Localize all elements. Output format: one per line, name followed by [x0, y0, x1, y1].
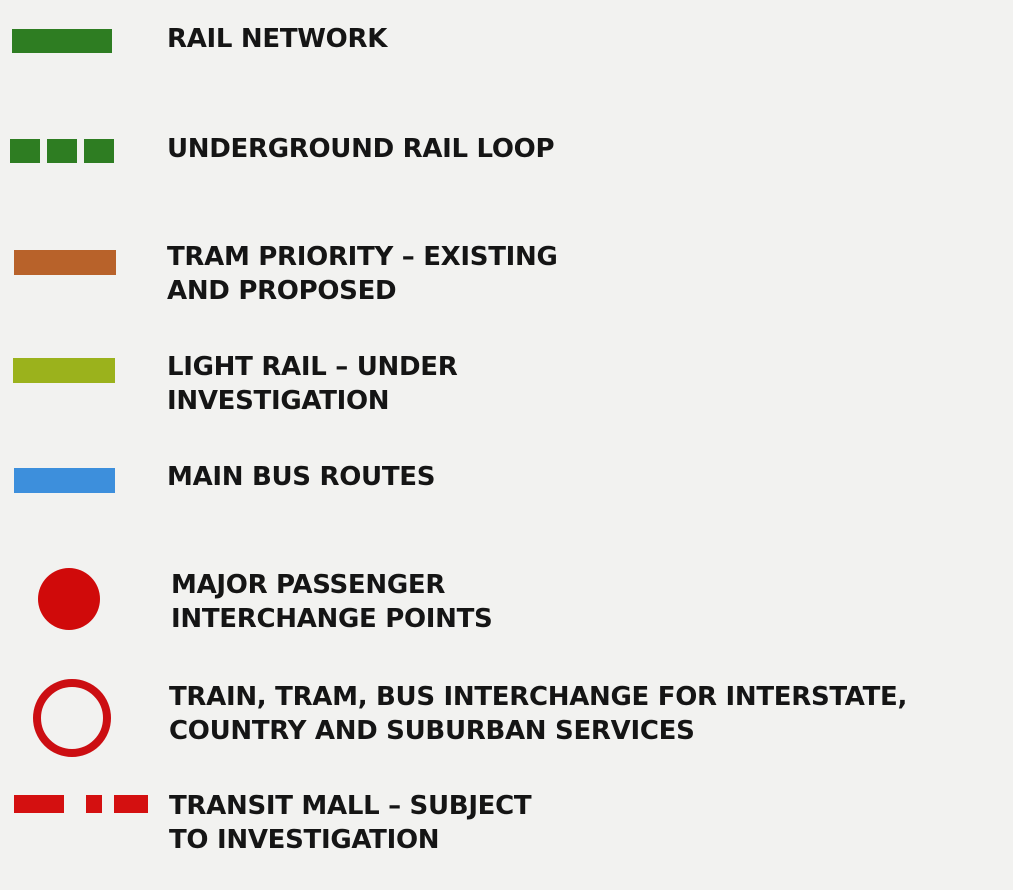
filled-circle-icon [38, 568, 100, 630]
legend-label: TRAIN, TRAM, BUS INTERCHANGE FOR INTERST… [169, 682, 908, 746]
underground-rail-loop-dashed-symbol [10, 139, 114, 163]
ring-icon [33, 679, 111, 757]
transit-mall-dash-dot-symbol [14, 795, 148, 813]
light-rail-line-symbol [13, 358, 115, 383]
tram-priority-line-symbol [14, 250, 116, 275]
legend-label: MAJOR PASSENGER INTERCHANGE POINTS [171, 570, 493, 634]
legend-label: LIGHT RAIL – UNDER INVESTIGATION [167, 352, 458, 416]
transport-legend: RAIL NETWORK UNDERGROUND RAIL LOOP TRAM … [0, 0, 1013, 890]
legend-label: UNDERGROUND RAIL LOOP [167, 134, 555, 164]
main-bus-routes-line-symbol [14, 468, 115, 493]
legend-label: MAIN BUS ROUTES [167, 462, 436, 492]
legend-label: RAIL NETWORK [167, 24, 388, 54]
legend-label: TRAM PRIORITY – EXISTING AND PROPOSED [167, 242, 558, 306]
legend-label: TRANSIT MALL – SUBJECT TO INVESTIGATION [169, 791, 532, 855]
rail-network-line-symbol [12, 29, 112, 53]
